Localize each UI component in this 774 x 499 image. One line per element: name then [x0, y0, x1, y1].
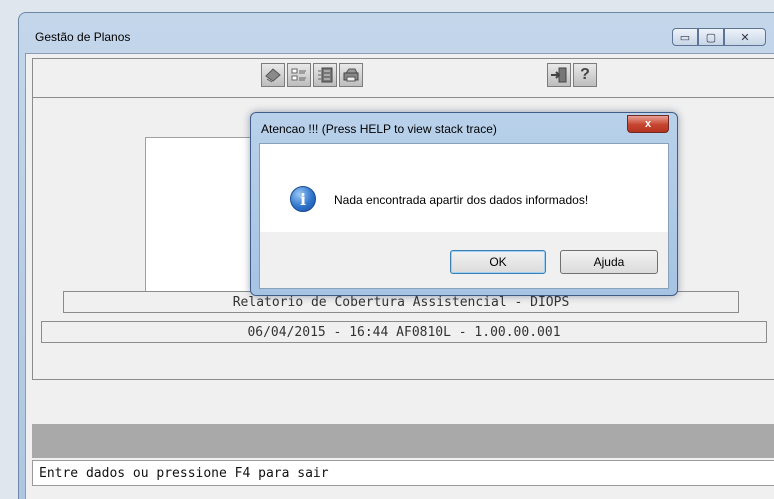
printer-icon[interactable] — [339, 63, 363, 87]
dialog-close-icon[interactable]: x — [627, 115, 669, 133]
status-text: Entre dados ou pressione F4 para sair — [39, 465, 329, 481]
maximize-button[interactable]: ▢ — [698, 28, 724, 46]
dialog-title: Atencao !!! (Press HELP to view stack tr… — [261, 122, 497, 136]
toolbar: ? — [33, 63, 774, 93]
window-title: Gestão de Planos — [35, 30, 131, 44]
dialog-body: i Nada encontrada apartir dos dados info… — [259, 143, 669, 289]
window-controls: ▭ ▢ ✕ — [672, 28, 766, 46]
message-dialog: Atencao !!! (Press HELP to view stack tr… — [250, 112, 678, 296]
dialog-message: Nada encontrada apartir dos dados inform… — [334, 193, 589, 207]
information-icon: i — [290, 186, 316, 212]
title-bar[interactable]: Gestão de Planos ▭ ▢ ✕ — [19, 13, 774, 53]
help-question-icon[interactable]: ? — [573, 63, 597, 87]
separator-bar — [32, 424, 774, 458]
exit-door-icon[interactable] — [547, 63, 571, 87]
close-button[interactable]: ✕ — [724, 28, 766, 46]
checklist-icon[interactable] — [287, 63, 311, 87]
report-info-field: 06/04/2015 - 16:44 AF0810L - 1.00.00.001 — [41, 321, 767, 343]
help-button[interactable]: Ajuda — [560, 250, 658, 274]
toolbar-divider — [33, 97, 774, 98]
eraser-icon[interactable] — [261, 63, 285, 87]
form-icon[interactable] — [313, 63, 337, 87]
minimize-button[interactable]: ▭ — [672, 28, 698, 46]
ok-button[interactable]: OK — [450, 250, 546, 274]
status-bar: Entre dados ou pressione F4 para sair — [32, 460, 774, 486]
